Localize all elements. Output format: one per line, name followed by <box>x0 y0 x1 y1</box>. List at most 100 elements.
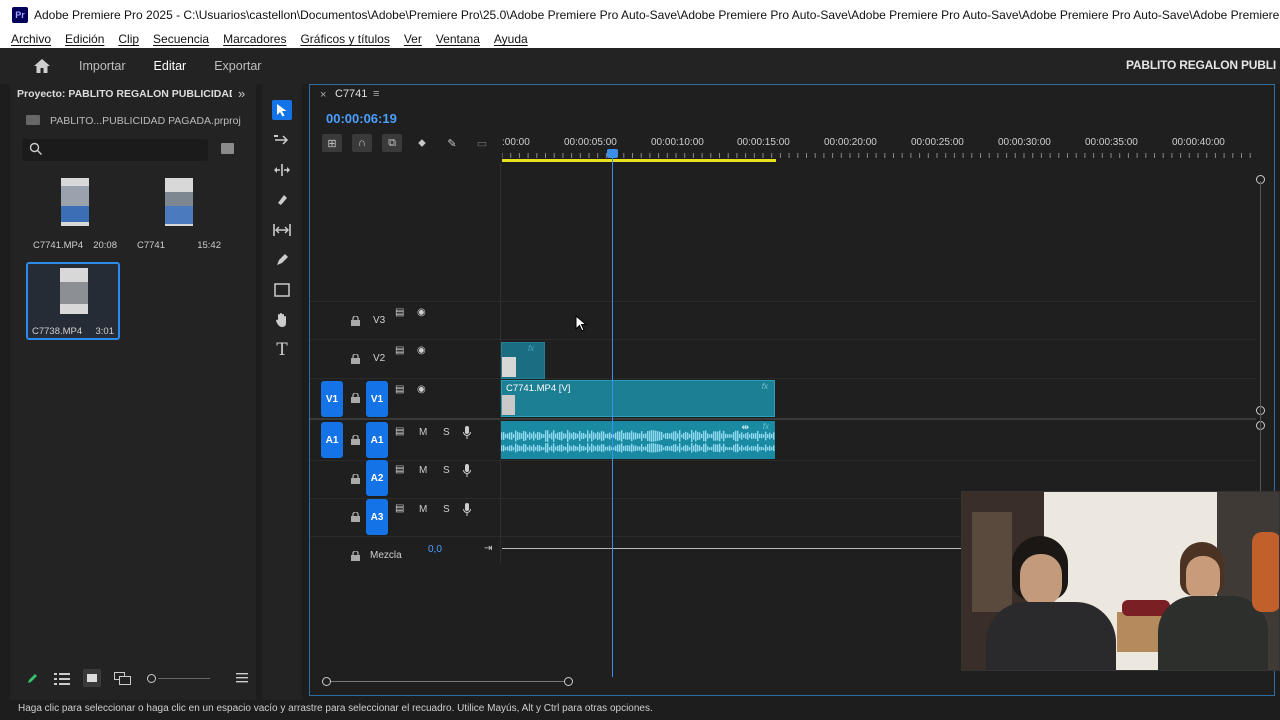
rectangle-tool-icon[interactable] <box>272 280 292 300</box>
menu-marcadores[interactable]: Marcadores <box>223 32 286 46</box>
nest-sequence-icon[interactable]: ⊞ <box>322 134 342 152</box>
solo-button[interactable]: S <box>443 504 450 515</box>
search-input[interactable] <box>22 139 208 161</box>
panel-menu-icon[interactable]: ≡ <box>373 88 379 100</box>
clip-v1[interactable]: C7741.MP4 [V] fx <box>501 380 775 417</box>
lock-icon[interactable] <box>351 435 360 445</box>
wrench-icon[interactable]: ✎ <box>442 134 462 152</box>
lock-icon[interactable] <box>351 316 360 326</box>
menu-clip[interactable]: Clip <box>118 32 139 46</box>
lock-icon[interactable] <box>351 393 360 403</box>
hand-tool-icon[interactable] <box>272 310 292 330</box>
icon-view-button[interactable] <box>83 669 101 687</box>
source-patch-a1[interactable]: A1 <box>321 422 343 458</box>
tools-panel: T <box>262 84 302 700</box>
mute-button[interactable]: M <box>419 504 427 515</box>
track-label-v2[interactable]: V2 <box>373 353 385 364</box>
menu-ver[interactable]: Ver <box>404 32 422 46</box>
mute-button[interactable]: M <box>419 427 427 438</box>
track-target-a2[interactable]: A2 <box>366 460 388 496</box>
linked-selection-icon[interactable]: ⧉ <box>382 134 402 152</box>
lock-icon[interactable] <box>351 512 360 522</box>
add-marker-icon[interactable]: ⬥ <box>412 134 432 152</box>
sync-lock-icon[interactable]: ▤ <box>395 345 404 356</box>
sync-lock-icon[interactable]: ▤ <box>395 426 404 437</box>
close-icon[interactable]: × <box>320 89 326 101</box>
eye-icon[interactable]: ◉ <box>417 345 426 356</box>
eye-icon[interactable]: ◉ <box>417 384 426 395</box>
source-patch-v1[interactable]: V1 <box>321 381 343 417</box>
selection-tool-icon[interactable] <box>272 100 292 120</box>
hscroll-handle-right[interactable] <box>564 677 573 686</box>
go-to-end-icon[interactable]: ⇥ <box>484 543 492 554</box>
project-item[interactable]: C7741.MP4 20:08 <box>27 178 121 256</box>
lock-icon[interactable] <box>351 354 360 364</box>
more-panels-icon[interactable]: » <box>238 86 245 101</box>
tab-editar[interactable]: Editar <box>154 59 187 73</box>
clip-a1[interactable]: ⇹ fx <box>501 421 775 459</box>
vertical-scrollbar[interactable] <box>1260 181 1261 541</box>
lock-icon[interactable] <box>351 551 360 561</box>
ruler-label: 00:00:05:00 <box>564 137 617 148</box>
project-panel-title[interactable]: Proyecto: PABLITO REGALON PUBLICIDAD PAG <box>17 88 232 100</box>
new-bin-icon[interactable] <box>221 143 234 154</box>
project-item-selected[interactable]: C7738.MP4 3:01 <box>26 262 120 340</box>
zoom-slider[interactable] <box>158 678 210 679</box>
track-target-a3[interactable]: A3 <box>366 499 388 535</box>
zoom-slider-handle[interactable] <box>147 674 156 683</box>
microphone-icon[interactable] <box>463 464 471 477</box>
mouse-cursor-icon <box>575 315 587 332</box>
sync-lock-icon[interactable]: ▤ <box>395 464 404 475</box>
track-label-v3[interactable]: V3 <box>373 315 385 326</box>
menu-secuencia[interactable]: Secuencia <box>153 32 209 46</box>
freeform-view-icon[interactable] <box>114 672 131 685</box>
ripple-edit-tool-icon[interactable] <box>272 160 292 180</box>
mute-button[interactable]: M <box>419 465 427 476</box>
sync-lock-icon[interactable]: ▤ <box>395 384 404 395</box>
microphone-icon[interactable] <box>463 503 471 516</box>
solo-button[interactable]: S <box>443 427 450 438</box>
track-target-a1[interactable]: A1 <box>366 422 388 458</box>
tab-importar[interactable]: Importar <box>79 59 126 73</box>
project-file-icon <box>26 115 40 125</box>
pencil-icon[interactable] <box>26 672 39 685</box>
sync-lock-icon[interactable]: ▤ <box>395 503 404 514</box>
list-view-icon[interactable] <box>54 672 70 685</box>
tab-exportar[interactable]: Exportar <box>214 59 261 73</box>
captions-icon[interactable]: ▭ <box>472 134 492 152</box>
playhead-timecode[interactable]: 00:00:06:19 <box>326 111 397 126</box>
sync-lock-icon[interactable]: ▤ <box>395 307 404 318</box>
menu-graficos[interactable]: Gráficos y títulos <box>300 32 389 46</box>
item-duration: 3:01 <box>95 326 115 337</box>
pen-tool-icon[interactable] <box>272 250 292 270</box>
track-target-v1[interactable]: V1 <box>366 381 388 417</box>
eye-icon[interactable]: ◉ <box>417 307 426 318</box>
playhead-line[interactable] <box>612 151 613 677</box>
hscroll-handle-left[interactable] <box>322 677 331 686</box>
menu-ventana[interactable]: Ventana <box>436 32 480 46</box>
type-tool-icon[interactable]: T <box>272 340 292 360</box>
snap-icon[interactable]: ∩ <box>352 134 372 152</box>
horizontal-scrollbar[interactable] <box>324 681 570 682</box>
clip-v2[interactable]: fx <box>501 342 545 379</box>
menu-ayuda[interactable]: Ayuda <box>494 32 528 46</box>
project-file-name: PABLITO...PUBLICIDAD PAGADA.prproj <box>50 115 241 127</box>
clip-thumbnail <box>502 395 515 415</box>
project-item[interactable]: C7741 15:42 <box>131 178 225 256</box>
track-row-a1 <box>310 418 1256 460</box>
lock-icon[interactable] <box>351 474 360 484</box>
menu-archivo[interactable]: Archivo <box>11 32 51 46</box>
slip-tool-icon[interactable] <box>272 220 292 240</box>
sort-menu-icon[interactable] <box>236 672 248 684</box>
microphone-icon[interactable] <box>463 426 471 439</box>
mix-volume-value[interactable]: 0,0 <box>428 544 442 555</box>
webcam-person-1-face <box>1020 554 1062 606</box>
solo-button[interactable]: S <box>443 465 450 476</box>
playhead-handle[interactable] <box>607 149 618 158</box>
menu-edicion[interactable]: Edición <box>65 32 104 46</box>
work-area-bar[interactable] <box>502 159 776 162</box>
home-icon[interactable] <box>33 57 51 75</box>
sequence-tab[interactable]: C7741 <box>335 88 367 100</box>
track-select-tool-icon[interactable] <box>272 130 292 150</box>
razor-tool-icon[interactable] <box>272 190 292 210</box>
